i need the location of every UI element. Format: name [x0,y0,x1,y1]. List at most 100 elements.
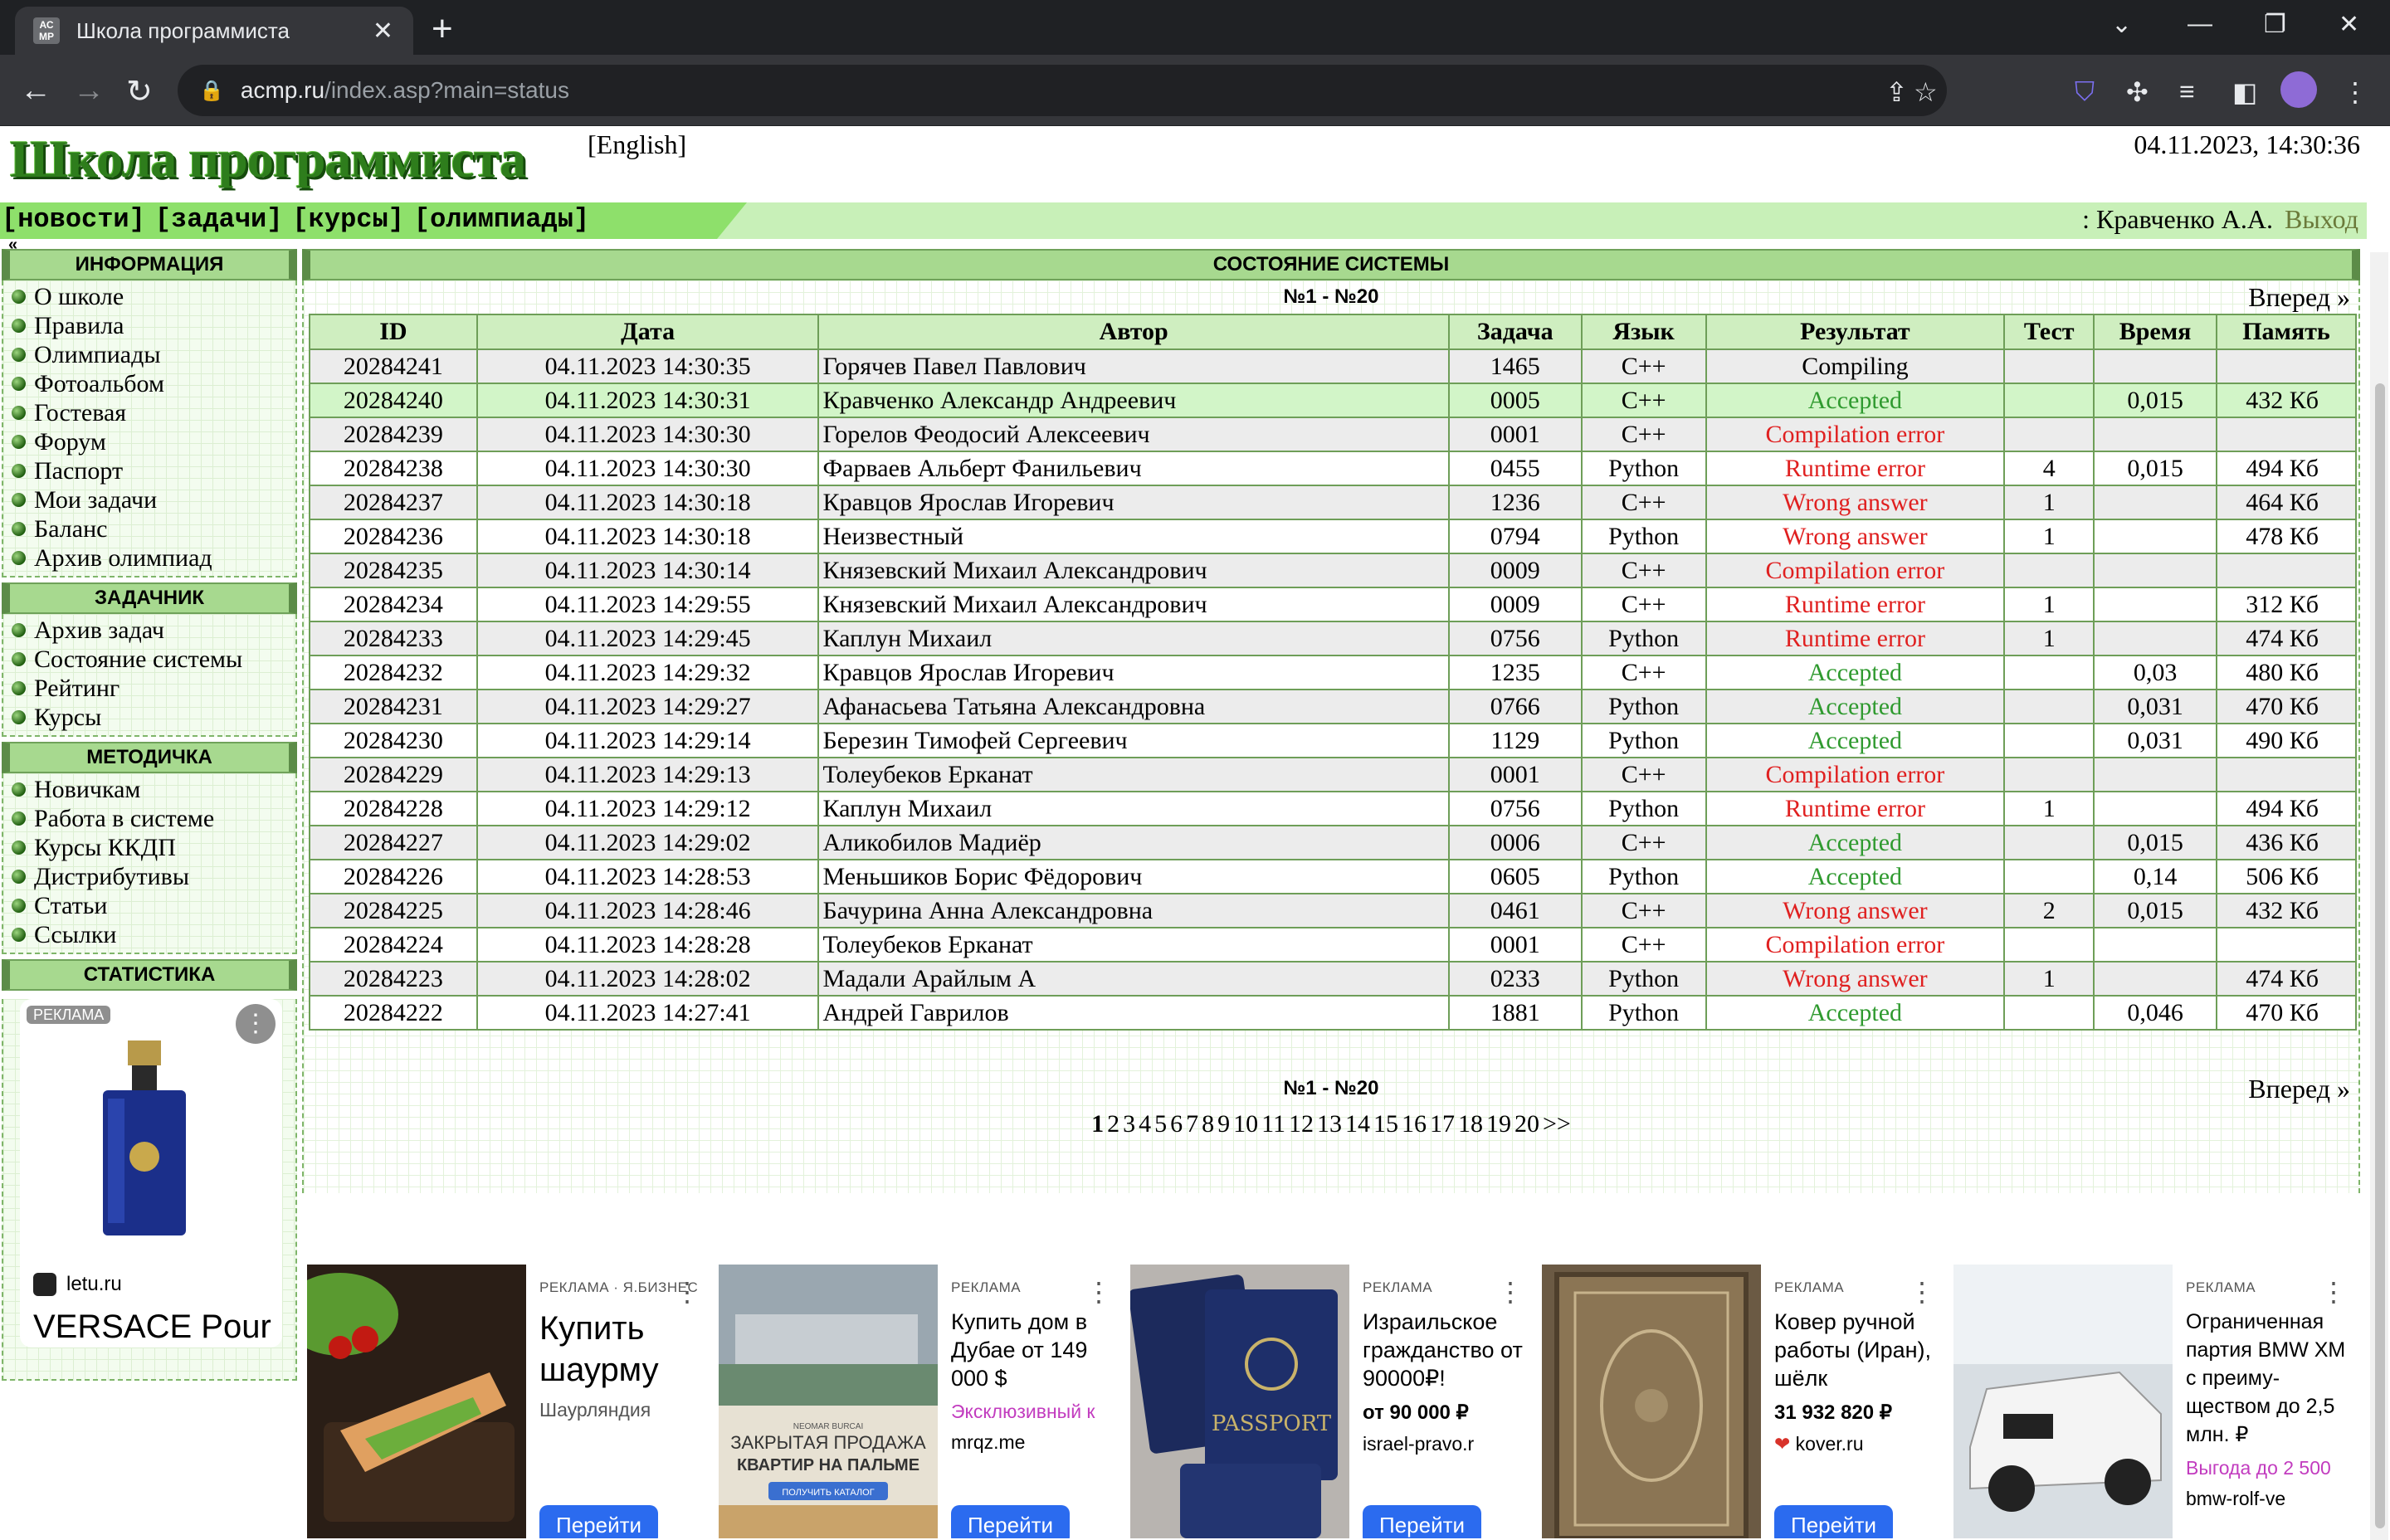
submission-result[interactable]: Wrong answer [1705,485,2006,520]
sidebar-item-info-3[interactable]: Фотоальбом [12,369,295,398]
submission-result[interactable]: Compilation error [1705,757,2006,792]
shield-extension-icon[interactable]: ⛉ [2075,76,2095,108]
submission-author[interactable]: Неизвестный [817,519,1450,554]
extensions-puzzle-icon[interactable]: ✣ [2126,76,2149,108]
submission-result[interactable]: Accepted [1705,859,2006,894]
submission-task[interactable]: 1235 [1447,655,1583,690]
submission-task[interactable]: 1236 [1447,485,1583,520]
page-scrollbar[interactable] [2370,252,2388,1540]
media-queue-icon[interactable]: ≡ [2179,76,2195,107]
submission-author[interactable]: Кравцов Ярослав Игоревич [817,485,1450,520]
forward-link-bottom[interactable]: Вперед » [2248,1074,2350,1104]
submission-task[interactable]: 1129 [1447,723,1583,758]
submission-author[interactable]: Князевский Михаил Александрович [817,553,1450,588]
sidebar-item-method-4[interactable]: Статьи [12,891,295,920]
profile-avatar[interactable] [2280,71,2317,108]
forward-link-top[interactable]: Вперед » [2248,282,2350,313]
col-id[interactable]: ID [309,314,478,350]
ad-dubai[interactable]: NEOMAR BURCAI ЗАКРЫТАЯ ПРОДАЖА КВАРТИР Н… [719,1265,1117,1538]
page-link-16[interactable]: 16 [1402,1110,1427,1138]
col-task[interactable]: Задача [1447,314,1583,350]
submission-result[interactable]: Wrong answer [1705,893,2006,928]
page-link-9[interactable]: 9 [1217,1110,1230,1138]
submission-author[interactable]: Березин Тимофей Сергеевич [817,723,1450,758]
col-result[interactable]: Результат [1705,314,2006,350]
sidebar-item-info-1[interactable]: Правила [12,311,295,340]
page-link-3[interactable]: 3 [1123,1110,1135,1138]
menu-tasks[interactable]: [задачи] [155,204,283,235]
page-link-18[interactable]: 18 [1458,1110,1483,1138]
submission-author[interactable]: Кравцов Ярослав Игоревич [817,655,1450,690]
submission-result[interactable]: Runtime error [1705,621,2006,656]
tab-search-icon[interactable]: ⌄ [2111,10,2132,39]
page-link-11[interactable]: 11 [1261,1110,1285,1138]
sidebar-item-info-4[interactable]: Гостевая [12,398,295,427]
page-link-13[interactable]: 13 [1317,1110,1342,1138]
submission-task[interactable]: 0006 [1447,825,1583,860]
scrollbar-thumb[interactable] [2375,383,2385,1528]
submission-task[interactable]: 1465 [1447,348,1583,384]
forward-icon[interactable]: → [73,73,105,109]
sidebar-item-info-6[interactable]: Паспорт [12,456,295,485]
sidebar-item-tasks-0[interactable]: Архив задач [12,616,295,645]
ad-carpet[interactable]: РЕКЛАМА Ковер ручной работы (Иран), шёлк… [1542,1265,1940,1538]
sidebar-item-tasks-1[interactable]: Состояние системы [12,645,295,674]
col-lang[interactable]: Язык [1580,314,1707,350]
page-link-15[interactable]: 15 [1373,1110,1398,1138]
submission-task[interactable]: 0009 [1447,587,1583,622]
submission-result[interactable]: Wrong answer [1705,519,2006,554]
ad-go-button[interactable]: Перейти [951,1505,1071,1538]
page-link-14[interactable]: 14 [1345,1110,1370,1138]
sidebar-item-info-8[interactable]: Баланс [12,514,295,543]
submission-result[interactable]: Compilation error [1705,553,2006,588]
page-link-10[interactable]: 10 [1233,1110,1258,1138]
submission-result[interactable]: Accepted [1705,995,2006,1031]
col-time[interactable]: Время [2093,314,2217,350]
sidebar-item-info-0[interactable]: О школе [12,282,295,311]
bookmark-star-icon[interactable]: ☆ [1914,76,1938,108]
page-link-2[interactable]: 2 [1107,1110,1119,1138]
submission-task[interactable]: 0756 [1447,791,1583,826]
submission-author[interactable]: Фарваев Альберт Фанильевич [817,451,1450,486]
submission-task[interactable]: 0001 [1447,757,1583,792]
submission-author[interactable]: Мадали Арайлым А [817,961,1450,997]
menu-kebab-icon[interactable]: ⋮ [2342,76,2368,108]
submission-author[interactable]: Андрей Гаврилов [817,995,1450,1031]
menu-olympiads[interactable]: [олимпиады] [414,204,589,235]
page-link-12[interactable]: 12 [1289,1110,1314,1138]
submission-result[interactable]: Runtime error [1705,791,2006,826]
submission-task[interactable]: 1881 [1447,995,1583,1031]
menu-courses[interactable]: [курсы] [292,204,403,235]
submission-author[interactable]: Каплун Михаил [817,791,1450,826]
sidebar-item-method-3[interactable]: Дистрибутивы [12,862,295,891]
submission-task[interactable]: 0005 [1447,383,1583,418]
submission-result[interactable]: Compiling [1705,348,2006,384]
ad-menu-icon[interactable]: ⋮ [236,1004,276,1044]
page-link-7[interactable]: 7 [1186,1110,1198,1138]
submission-task[interactable]: 0009 [1447,553,1583,588]
ad-menu-icon[interactable]: ⋮ [1909,1276,1935,1308]
logout-link[interactable]: Выход [2285,204,2358,234]
restore-icon[interactable]: ❐ [2264,10,2286,39]
reload-icon[interactable]: ↻ [126,73,153,110]
sidebar-item-method-1[interactable]: Работа в системе [12,804,295,833]
minimize-icon[interactable]: — [2188,10,2212,38]
share-icon[interactable]: ⇪ [1885,76,1908,108]
submission-result[interactable]: Accepted [1705,825,2006,860]
submission-author[interactable]: Толеубеков Ерканат [817,927,1450,962]
menu-news[interactable]: [новости] [2,204,145,235]
page-link-19[interactable]: 19 [1486,1110,1511,1138]
submission-result[interactable]: Runtime error [1705,587,2006,622]
ad-shawarma[interactable]: РЕКЛАМА · Я.БИЗНЕС Купить шаурму Шаурлян… [307,1265,705,1538]
submission-author[interactable]: Афанасьева Татьяна Александровна [817,689,1450,724]
browser-tab[interactable]: АС МР Школа программиста ✕ [15,7,413,55]
submission-task[interactable]: 0001 [1447,927,1583,962]
submission-author[interactable]: Князевский Михаил Александрович [817,587,1450,622]
back-icon[interactable]: ← [20,73,51,109]
submission-result[interactable]: Accepted [1705,655,2006,690]
submission-result[interactable]: Accepted [1705,723,2006,758]
col-author[interactable]: Автор [817,314,1450,350]
submission-task[interactable]: 0455 [1447,451,1583,486]
submission-result[interactable]: Accepted [1705,689,2006,724]
sidebar-item-method-2[interactable]: Курсы ККДП [12,833,295,862]
